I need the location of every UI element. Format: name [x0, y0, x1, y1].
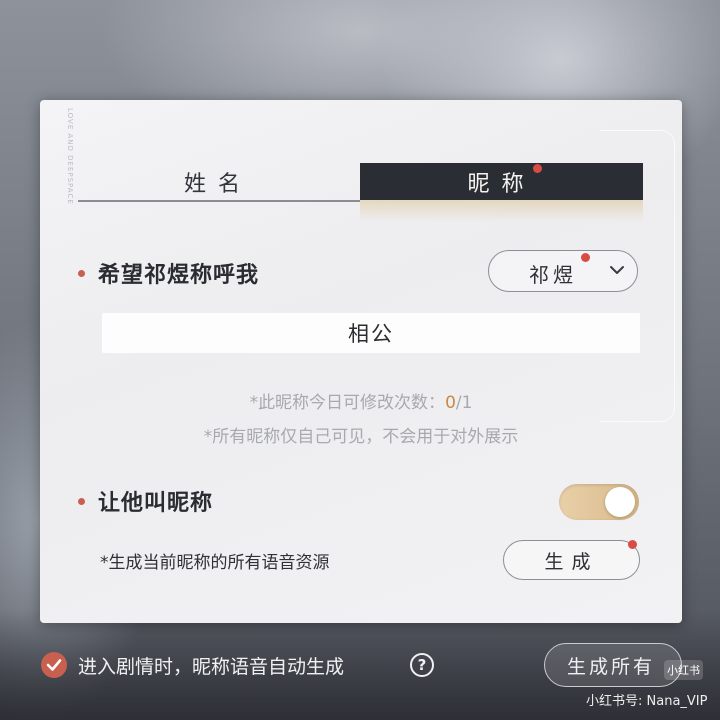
section-bullet [78, 270, 85, 277]
dropdown-notification-dot [581, 253, 590, 262]
active-tab-glow [360, 200, 643, 222]
tab-name[interactable]: 姓名 [78, 163, 358, 200]
tab-underline [78, 200, 360, 202]
nickname-settings-panel: LOVE AND DEEPSPACE 姓名 昵称 希望祁煜称呼我 祁煜 相公 *… [40, 100, 682, 623]
checkbox-checked-icon[interactable] [40, 651, 68, 679]
tab-nickname-notification-dot [533, 164, 542, 173]
auto-generate-label: 进入剧情时，昵称语音自动生成 [78, 656, 345, 678]
help-icon[interactable]: ? [410, 653, 434, 677]
tab-nickname[interactable]: 昵称 [360, 163, 643, 200]
nickname-field[interactable]: 相公 [102, 313, 640, 353]
watermark-text: 小红书号: Nana_VIP [586, 694, 708, 709]
edit-count-hint: *此昵称今日可修改次数：0/1 [40, 388, 682, 413]
edit-count-prefix: *此昵称今日可修改次数： [249, 393, 446, 413]
let-him-call-heading: 让他叫昵称 [98, 490, 214, 516]
edit-count-used: 0 [445, 393, 456, 413]
toggle-knob [605, 487, 635, 517]
title-dropdown[interactable]: 祁煜 [488, 250, 638, 292]
xiaohongshu-logo: 小红书 [664, 660, 703, 680]
chevron-down-icon [610, 266, 624, 274]
generate-notification-dot [628, 540, 637, 549]
nickname-voice-toggle[interactable] [559, 484, 639, 520]
generate-all-button[interactable]: 生成所有 [544, 643, 682, 687]
generate-button[interactable]: 生成 [503, 540, 640, 580]
voice-resource-label: *生成当前昵称的所有语音资源 [100, 553, 330, 573]
panel-deco-text: LOVE AND DEEPSPACE [66, 108, 74, 205]
section-bullet [78, 498, 85, 505]
preferred-title-heading: 希望祁煜称呼我 [98, 262, 260, 288]
edit-count-total: /1 [455, 393, 473, 413]
title-dropdown-value: 祁煜 [529, 263, 577, 287]
privacy-hint: *所有昵称仅自己可见，不会用于对外展示 [203, 427, 519, 447]
